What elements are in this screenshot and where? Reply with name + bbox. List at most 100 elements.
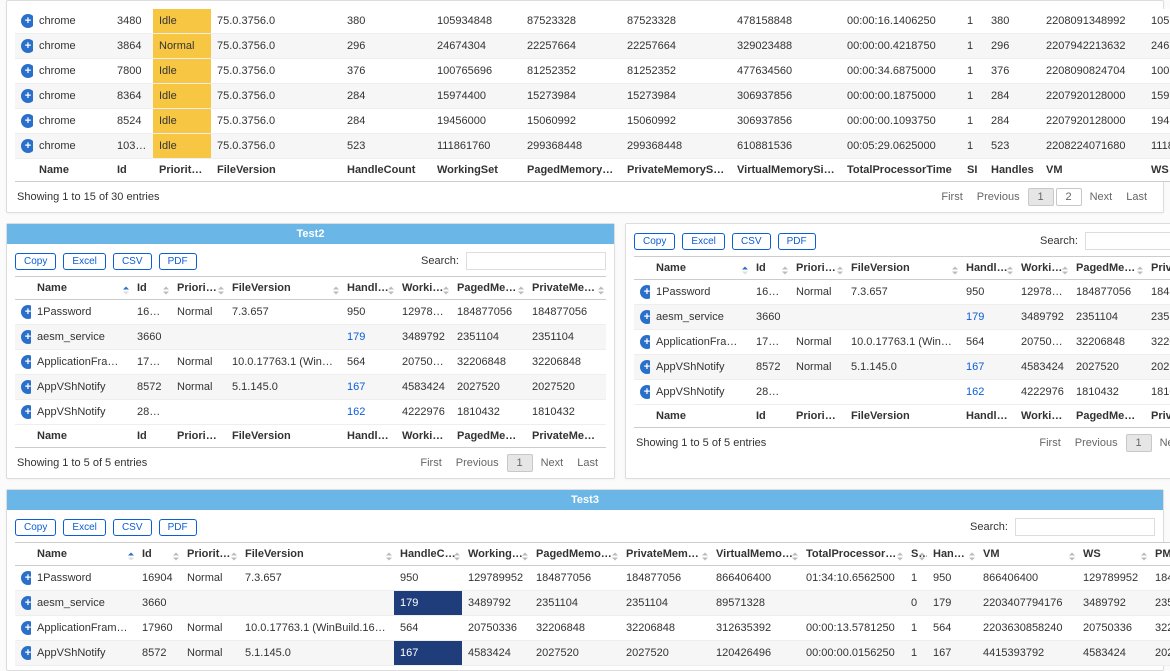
pdf-button[interactable]: PDF: [778, 233, 816, 250]
expand-icon[interactable]: [21, 64, 33, 78]
col-name[interactable]: Name: [31, 277, 131, 300]
expand-icon[interactable]: [21, 380, 31, 394]
table-row[interactable]: 1Password16904Normal7.3.6579501297899521…: [15, 566, 1170, 591]
col-fileversion[interactable]: FileVersion: [226, 277, 341, 300]
col-handlecount[interactable]: HandleCount: [341, 277, 396, 300]
expand-icon[interactable]: [640, 360, 650, 374]
col-priority[interactable]: PriorityClass: [181, 543, 239, 566]
col-fileversion[interactable]: FileVersion: [845, 257, 960, 280]
col-vm[interactable]: VM: [977, 543, 1077, 566]
col-handlecount[interactable]: HandleCount: [394, 543, 462, 566]
pager-prev[interactable]: Previous: [1069, 435, 1124, 451]
table-row[interactable]: chrome8524Idle75.0.3756.0284194560001506…: [15, 109, 1170, 134]
table-row[interactable]: aesm_service3660179348979223511042351104: [15, 325, 606, 350]
table-row[interactable]: chrome3864Normal75.0.3756.02962467430422…: [15, 34, 1170, 59]
col-priority[interactable]: PriorityClass: [171, 277, 226, 300]
table-row[interactable]: aesm_service3660179348979223511042351104…: [15, 591, 1170, 616]
table-row[interactable]: chrome10356Idle75.0.3756.052311186176029…: [15, 134, 1170, 159]
pager-last[interactable]: Last: [571, 455, 604, 471]
pdf-button[interactable]: PDF: [159, 519, 197, 536]
table-row[interactable]: chrome8364Idle75.0.3756.0284159744001527…: [15, 84, 1170, 109]
pager-first[interactable]: First: [935, 189, 968, 205]
pager-page-2[interactable]: 2: [1056, 188, 1082, 206]
table-row[interactable]: chrome7800Idle75.0.3756.0376100765696812…: [15, 59, 1170, 84]
expand-icon[interactable]: [640, 285, 650, 299]
expand-icon[interactable]: [21, 596, 31, 610]
table-row[interactable]: ApplicationFrameHost17960Normal10.0.1776…: [634, 330, 1170, 355]
table-row[interactable]: aesm_service3660179348979223511042351104: [634, 305, 1170, 330]
col-id[interactable]: Id: [750, 257, 790, 280]
copy-button[interactable]: Copy: [15, 519, 56, 536]
expand-icon[interactable]: [21, 621, 31, 635]
pager-page-1[interactable]: 1: [1126, 434, 1152, 452]
expand-icon[interactable]: [640, 335, 650, 349]
pager-prev[interactable]: Previous: [971, 189, 1026, 205]
excel-button[interactable]: Excel: [63, 253, 105, 270]
table-row[interactable]: AppVShNotify2801216242229761810432181043…: [634, 380, 1170, 405]
col-id[interactable]: Id: [136, 543, 181, 566]
csv-button[interactable]: CSV: [732, 233, 771, 250]
excel-button[interactable]: Excel: [682, 233, 724, 250]
col-pagedmem[interactable]: PagedMemorySize: [530, 543, 620, 566]
pager-page-1[interactable]: 1: [1028, 188, 1054, 206]
col-name[interactable]: Name: [31, 543, 136, 566]
copy-button[interactable]: Copy: [634, 233, 675, 250]
expand-icon[interactable]: [21, 14, 33, 28]
col-id[interactable]: Id: [131, 277, 171, 300]
csv-button[interactable]: CSV: [113, 519, 152, 536]
col-workingset[interactable]: WorkingSet: [462, 543, 530, 566]
expand-icon[interactable]: [21, 330, 31, 344]
pager-first[interactable]: First: [414, 455, 447, 471]
pager-last[interactable]: Last: [1120, 189, 1153, 205]
pager-first[interactable]: First: [1033, 435, 1066, 451]
excel-button[interactable]: Excel: [63, 519, 105, 536]
table-row[interactable]: 1Password16904Normal7.3.6579501297899521…: [634, 280, 1170, 305]
expand-icon[interactable]: [21, 646, 31, 660]
col-priority[interactable]: PriorityClass: [790, 257, 845, 280]
expand-icon[interactable]: [21, 114, 33, 128]
expand-icon[interactable]: [21, 89, 33, 103]
pager-next[interactable]: Next: [1154, 435, 1170, 451]
pager-next[interactable]: Next: [535, 455, 570, 471]
expand-icon[interactable]: [640, 310, 650, 324]
expand-icon[interactable]: [21, 139, 33, 153]
expand-icon[interactable]: [21, 305, 31, 319]
col-name[interactable]: Name: [650, 257, 750, 280]
col-si[interactable]: SI: [905, 543, 927, 566]
pdf-button[interactable]: PDF: [159, 253, 197, 270]
col-workingset[interactable]: WorkingSet: [1015, 257, 1070, 280]
table-row[interactable]: ApplicationFrameHost17960Normal10.0.1776…: [15, 350, 606, 375]
col-handlecount[interactable]: HandleCount: [960, 257, 1015, 280]
col-handles[interactable]: Handles: [927, 543, 977, 566]
table-row[interactable]: 1Password16904Normal7.3.6579501297899521…: [15, 300, 606, 325]
copy-button[interactable]: Copy: [15, 253, 56, 270]
col-privmem[interactable]: PrivateMemorySize: [1145, 257, 1170, 280]
col-ws[interactable]: WS: [1077, 543, 1149, 566]
col-fileversion[interactable]: FileVersion: [239, 543, 394, 566]
table-row[interactable]: AppVShNotify8572Normal5.1.145.0167458342…: [15, 641, 1170, 666]
csv-button[interactable]: CSV: [113, 253, 152, 270]
expand-icon[interactable]: [21, 39, 33, 53]
search-input[interactable]: [1015, 518, 1155, 536]
col-tpt[interactable]: TotalProcessorTime: [800, 543, 905, 566]
search-input[interactable]: [466, 252, 606, 270]
expand-icon[interactable]: [21, 405, 31, 419]
table-row[interactable]: AppVShNotify8572Normal5.1.145.0167458342…: [15, 375, 606, 400]
search-input[interactable]: [1085, 232, 1170, 250]
col-pagedmem[interactable]: PagedMemorySize: [1070, 257, 1145, 280]
table-row[interactable]: AppVShNotify2801216242229761810432181043…: [15, 400, 606, 425]
table-row[interactable]: AppVShNotify8572Normal5.1.145.0167458342…: [634, 355, 1170, 380]
col-virtmem[interactable]: VirtualMemorySize: [710, 543, 800, 566]
expand-icon[interactable]: [21, 355, 31, 369]
col-pm[interactable]: PM: [1149, 543, 1170, 566]
pager-next[interactable]: Next: [1084, 189, 1119, 205]
expand-icon[interactable]: [21, 571, 31, 585]
table-row[interactable]: chrome3480Idle75.0.3756.0380105934848875…: [15, 9, 1170, 34]
expand-icon[interactable]: [640, 385, 650, 399]
col-pagedmem[interactable]: PagedMemorySize: [451, 277, 526, 300]
table-row[interactable]: ApplicationFrameHost17960Normal10.0.1776…: [15, 616, 1170, 641]
pager-page-1[interactable]: 1: [507, 454, 533, 472]
col-privmem[interactable]: PrivateMemorySize: [620, 543, 710, 566]
pager-prev[interactable]: Previous: [450, 455, 505, 471]
col-privmem[interactable]: PrivateMemorySize: [526, 277, 606, 300]
